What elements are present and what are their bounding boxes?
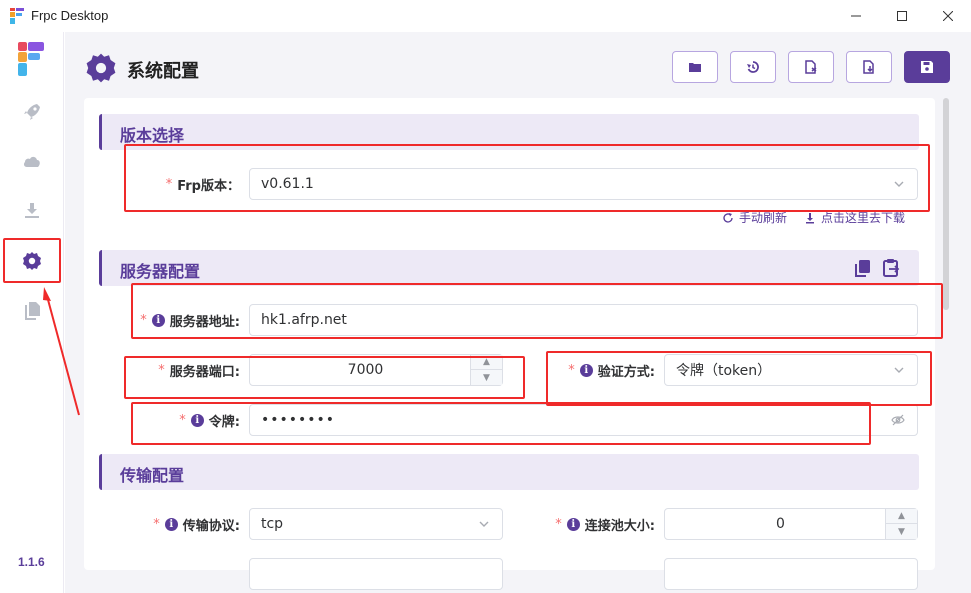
close-button[interactable] [925,0,971,32]
import-config-button[interactable] [846,51,892,83]
files-icon [25,302,40,320]
sidebar-item-proxy[interactable] [12,92,52,132]
title-bar: Frpc Desktop [0,0,971,32]
history-icon [747,61,759,73]
sidebar-item-settings[interactable] [12,241,52,281]
token-input[interactable]: •••••••• [249,404,918,436]
stepper-controls[interactable]: ▲ ▼ [470,355,502,385]
download-arrow-icon [806,212,814,223]
page-title: 系统配置 [127,61,199,82]
protocol-label: * i 传输协议: [153,516,240,534]
decrement-icon[interactable]: ▼ [471,370,502,385]
sidebar-item-cloud[interactable] [12,141,52,181]
brand-logo-icon [18,42,44,76]
pool-size-stepper[interactable]: 0 ▲ ▼ [664,508,918,540]
info-icon: i [164,517,178,531]
auth-method-select[interactable]: 令牌（token） [664,354,918,386]
info-icon: i [151,313,165,327]
auth-method-label: * i 验证方式: [568,362,655,380]
file-import-icon [863,60,874,74]
server-port-stepper[interactable]: 7000 ▲ ▼ [249,354,503,386]
next-row-stepper[interactable] [664,558,918,590]
file-export-icon [805,60,817,74]
refresh-icon [723,212,733,223]
download-icon [25,203,39,218]
folder-icon [689,63,701,72]
next-row-select[interactable] [249,558,503,590]
app-version: 1.1.6 [18,555,45,569]
refresh-link[interactable]: 手动刷新 [722,209,787,226]
info-icon: i [190,413,204,427]
export-config-button[interactable] [788,51,834,83]
section-version: 版本选择 [99,114,919,150]
chevron-down-icon [894,181,904,187]
save-icon [921,61,933,73]
maximize-icon [897,11,907,21]
gear-icon [23,252,41,270]
server-port-label: * 服务器端口: [158,362,240,380]
settings-gear-icon [86,53,116,83]
section-transport: 传输配置 [99,454,919,490]
info-icon: i [566,517,580,531]
open-folder-button[interactable] [672,51,718,83]
section-title: 传输配置 [120,466,185,485]
frp-version-select[interactable]: v0.61.1 [249,168,918,200]
window-title: Frpc Desktop [31,8,109,23]
sidebar-item-logs[interactable] [12,290,52,330]
minimize-icon [851,15,861,17]
eye-hidden-icon[interactable] [891,414,905,426]
decrement-icon[interactable]: ▼ [886,524,917,539]
protocol-select[interactable]: tcp [249,508,503,540]
cloud-icon [23,156,40,167]
server-address-label: * i 服务器地址: [140,312,240,330]
scrollbar-thumb[interactable] [943,98,949,310]
increment-icon[interactable]: ▲ [471,355,502,370]
save-button[interactable] [904,51,950,83]
chevron-down-icon [894,367,904,373]
required-mark: * [165,176,173,192]
rocket-icon [24,104,40,120]
minimize-button[interactable] [833,0,879,32]
reset-button[interactable] [730,51,776,83]
pool-size-label: * i 连接池大小: [555,516,655,534]
server-address-input[interactable]: hk1.afrp.net [249,304,918,336]
token-label: * i 令牌: [179,412,240,430]
section-server: 服务器配置 [99,250,919,286]
chevron-down-icon [479,521,489,527]
download-link[interactable]: 点击这里去下载 [804,209,905,226]
app-logo-icon [10,8,24,24]
maximize-button[interactable] [879,0,925,32]
frp-version-label: * Frp版本： [165,176,240,194]
close-icon [943,11,953,21]
increment-icon[interactable]: ▲ [886,509,917,524]
paste-icon[interactable] [881,258,901,278]
sidebar-item-download[interactable] [12,190,52,230]
info-icon: i [579,363,593,377]
section-title: 版本选择 [120,126,185,145]
section-title: 服务器配置 [120,262,201,281]
stepper-controls[interactable]: ▲ ▼ [885,509,917,539]
copy-icon[interactable] [853,258,873,278]
